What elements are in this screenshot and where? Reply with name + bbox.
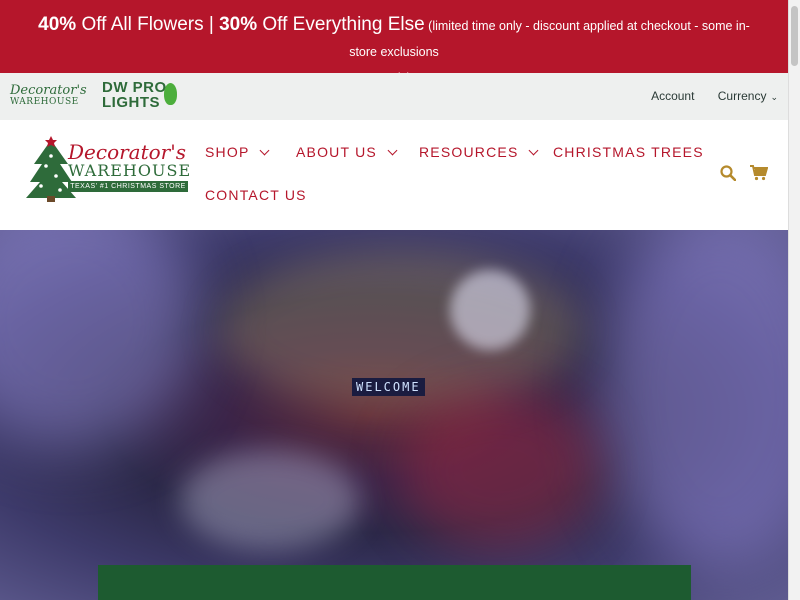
promo-pct-everything: 30%	[219, 14, 258, 35]
welcome-sign: WELCOME	[352, 378, 425, 396]
promo-text-everything: Off Everything Else	[257, 14, 425, 35]
logo-wordmark: Decorator's WAREHOUSE TEXAS' #1 CHRISTMA…	[68, 140, 192, 192]
main-logo[interactable]: Decorator's WAREHOUSE TEXAS' #1 CHRISTMA…	[24, 132, 190, 212]
hero-display-table	[180, 450, 360, 550]
logo-line2: WAREHOUSE	[68, 161, 192, 180]
small-logo-line1: Decorator's	[10, 83, 87, 98]
nav-shop[interactable]: SHOP	[205, 144, 270, 160]
nav-trees-label: CHRISTMAS TREES	[553, 144, 704, 160]
chevron-down-icon: ⌄	[770, 92, 778, 102]
account-link[interactable]: Account	[651, 89, 694, 103]
decorators-warehouse-small-logo[interactable]: Decorator's WAREHOUSE	[10, 83, 87, 109]
promo-pct-flowers: 40%	[38, 14, 77, 35]
chevron-down-icon	[387, 145, 398, 156]
promo-headline: 40% Off All Flowers | 30% Off Everything…	[38, 14, 425, 35]
main-navbar: Decorator's WAREHOUSE TEXAS' #1 CHRISTMA…	[0, 120, 788, 230]
hero-caption-panel	[98, 565, 691, 600]
promo-banner[interactable]: 40% Off All Flowers | 30% Off Everything…	[0, 0, 788, 85]
hero-image: WELCOME	[0, 230, 788, 600]
nav-resources-label: RESOURCES	[419, 144, 519, 160]
utility-bar: Decorator's WAREHOUSE DW PRO LIGHTS Acco…	[0, 73, 788, 120]
chevron-down-icon	[260, 145, 270, 156]
promo-text-flowers: Off All Flowers |	[76, 14, 220, 35]
hero-snowball-ornament	[450, 270, 530, 350]
nav-resources[interactable]: RESOURCES	[419, 144, 539, 160]
small-logo-line2: WAREHOUSE	[10, 97, 79, 107]
chevron-down-icon	[529, 145, 539, 156]
logo-line1: Decorator's	[68, 140, 186, 164]
dw-pro-lights-logo[interactable]: DW PRO LIGHTS	[102, 80, 182, 111]
currency-selector[interactable]: Currency ⌄	[718, 89, 778, 103]
hero-red-decor	[400, 390, 600, 550]
header-icons	[710, 164, 768, 182]
nav-contact-us[interactable]: CONTACT US	[205, 187, 307, 203]
bulb-icon	[164, 83, 177, 105]
hero-decor-right	[600, 230, 788, 570]
nav-about-label: ABOUT US	[296, 144, 377, 160]
hero-decor-left	[0, 230, 200, 450]
page-scrollbar[interactable]	[788, 0, 800, 600]
nav-christmas-trees[interactable]: CHRISTMAS TREES	[553, 144, 704, 160]
nav-about-us[interactable]: ABOUT US	[296, 144, 398, 160]
utility-links: Account Currency ⌄	[631, 89, 778, 103]
search-icon[interactable]	[719, 165, 736, 181]
nav-shop-label: SHOP	[205, 144, 250, 160]
cart-icon[interactable]	[750, 164, 768, 181]
nav-contact-label: CONTACT US	[205, 187, 307, 203]
scrollbar-thumb[interactable]	[791, 6, 798, 66]
logo-tagline: TEXAS' #1 CHRISTMAS STORE	[68, 181, 188, 192]
page: 40% Off All Flowers | 30% Off Everything…	[0, 0, 800, 600]
currency-label: Currency	[717, 89, 767, 103]
